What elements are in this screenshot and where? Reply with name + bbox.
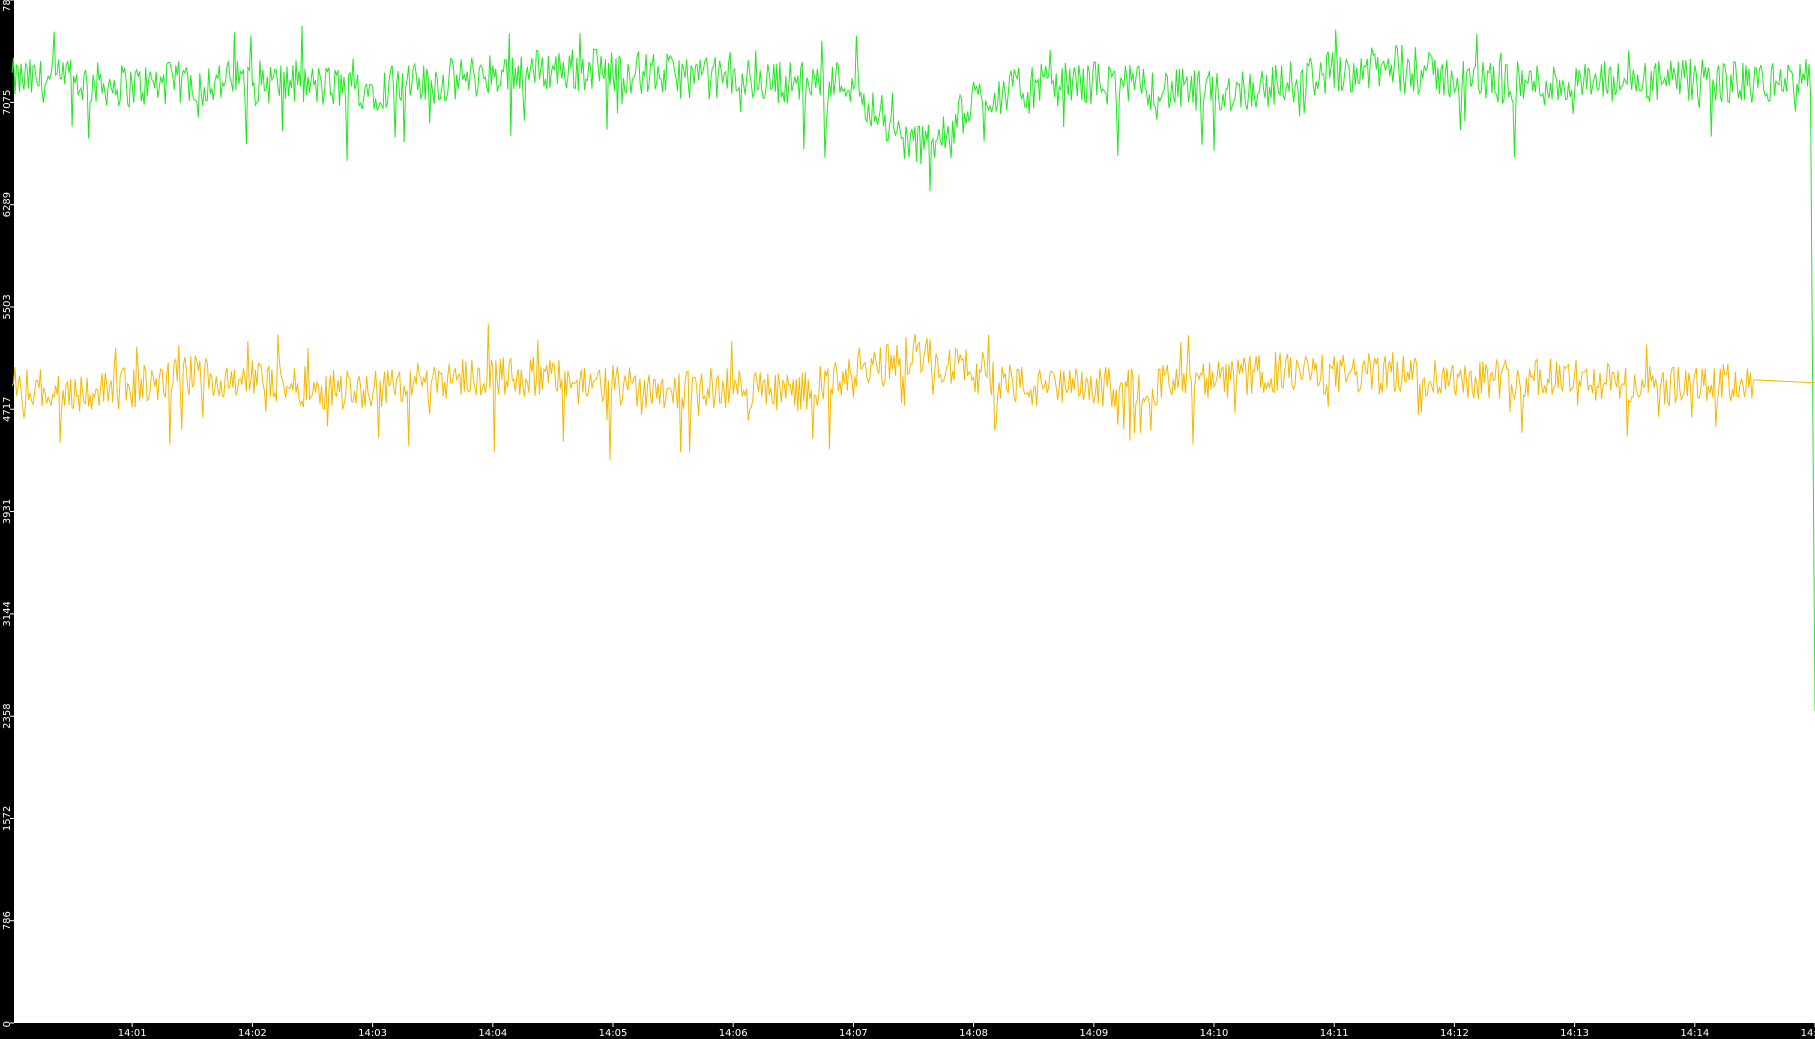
x-tick-label: 14:12 [1440, 1028, 1469, 1039]
x-tick-label: 14:04 [478, 1028, 507, 1039]
y-tick-label: 6289 [2, 192, 13, 217]
y-tick-label: 3931 [2, 499, 13, 524]
y-tick-label: 7075 [2, 90, 13, 115]
y-tick-label: 3144 [2, 601, 13, 626]
x-tick-label: 14:10 [1200, 1028, 1229, 1039]
y-tick-label: 1572 [2, 806, 13, 831]
x-tick-label: 14:08 [959, 1028, 988, 1039]
y-tick-label: 0 [2, 1021, 13, 1027]
x-tick-label: 14:06 [719, 1028, 748, 1039]
y-tick-label: 2358 [2, 703, 13, 728]
y-tick-label: 4717 [2, 396, 13, 421]
x-tick-label: 14:09 [1079, 1028, 1108, 1039]
x-tick-label: 14:01 [118, 1028, 147, 1039]
y-tick-label: 5503 [2, 294, 13, 319]
x-tick-label: 14:13 [1560, 1028, 1589, 1039]
x-tick-label: 14:14 [1680, 1028, 1709, 1039]
y-tick-label: 7862 [2, 0, 13, 12]
x-tick-label: 14:11 [1320, 1028, 1349, 1039]
line-chart: 0 786 1572 2358 3144 3931 4717 5503 6289 7075 7862… [0, 0, 1815, 1039]
x-tick-label: 14:05 [599, 1028, 628, 1039]
x-tick-label: 14:15 [1801, 1028, 1815, 1039]
x-tick-label: 14:03 [358, 1028, 387, 1039]
plot-area [14, 0, 1815, 1023]
x-tick-label: 14:02 [238, 1028, 267, 1039]
x-tick-label: 14:07 [839, 1028, 868, 1039]
y-tick-label: 786 [2, 911, 13, 930]
